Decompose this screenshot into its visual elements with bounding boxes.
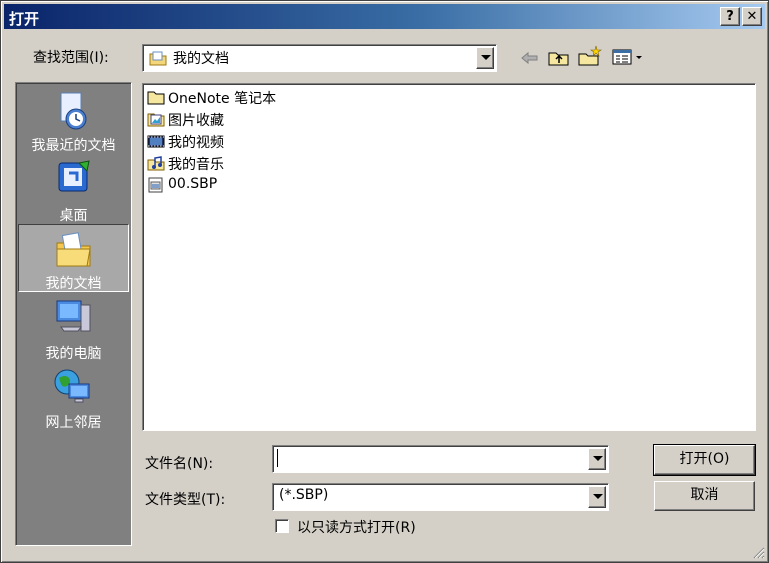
filetype-label: 文件类型(T): bbox=[145, 492, 226, 508]
filename-dropdown-button[interactable] bbox=[588, 448, 606, 470]
filetype-value: (*.SBP) bbox=[279, 487, 329, 503]
close-icon: ✕ bbox=[746, 9, 758, 24]
title-bar[interactable]: 打开 ? ✕ bbox=[4, 4, 765, 29]
cancel-button-label: 取消 bbox=[690, 487, 719, 503]
videos-folder-icon bbox=[147, 135, 165, 148]
new-folder-icon[interactable] bbox=[578, 45, 602, 67]
close-button[interactable]: ✕ bbox=[742, 7, 762, 26]
my-documents-icon bbox=[149, 51, 167, 66]
help-icon: ? bbox=[726, 9, 734, 24]
resize-grip-icon[interactable] bbox=[751, 545, 765, 559]
look-in-combo[interactable]: 我的文档 bbox=[142, 44, 497, 72]
place-recent-documents[interactable]: 我最近的文档 bbox=[18, 87, 129, 155]
filename-label: 文件名(N): bbox=[145, 456, 214, 472]
file-list[interactable]: OneNote 笔记本 图片收藏 我的视频 我的音乐 00.SBP bbox=[142, 83, 756, 431]
readonly-checkbox[interactable] bbox=[275, 519, 289, 533]
view-menu-icon[interactable] bbox=[612, 48, 646, 66]
open-button[interactable]: 打开(O) bbox=[653, 444, 756, 476]
readonly-label[interactable]: 以只读方式打开(R) bbox=[297, 517, 416, 537]
place-label: 桌面 bbox=[59, 208, 88, 224]
chevron-down-icon bbox=[593, 494, 603, 499]
dialog-title: 打开 bbox=[9, 10, 40, 28]
help-button[interactable]: ? bbox=[720, 7, 740, 26]
up-folder-icon[interactable] bbox=[548, 47, 570, 67]
place-label: 网上邻居 bbox=[45, 415, 102, 431]
file-icon bbox=[148, 177, 163, 193]
place-label: 我的电脑 bbox=[45, 346, 102, 362]
open-dialog: 打开 ? ✕ 查找范围(I): 我的文档 我最近的文档 桌面 我的文档 我的电脑… bbox=[0, 0, 769, 563]
chevron-down-icon bbox=[593, 456, 603, 461]
my-computer-icon bbox=[56, 300, 91, 332]
look-in-dropdown-button[interactable] bbox=[476, 47, 494, 69]
desktop-icon bbox=[58, 160, 90, 192]
filetype-select[interactable]: (*.SBP) bbox=[272, 483, 609, 511]
places-bar: 我最近的文档 桌面 我的文档 我的电脑 网上邻居 bbox=[15, 82, 132, 546]
chevron-down-icon bbox=[481, 55, 491, 60]
network-globe-icon bbox=[54, 369, 90, 403]
folder-icon bbox=[147, 91, 165, 105]
place-label: 我的文档 bbox=[45, 276, 102, 292]
look-in-value: 我的文档 bbox=[173, 51, 229, 67]
place-label: 我最近的文档 bbox=[31, 138, 116, 154]
recent-documents-icon bbox=[60, 92, 87, 130]
look-in-label: 查找范围(I): bbox=[33, 50, 109, 66]
music-folder-icon bbox=[147, 156, 165, 171]
my-documents-folder-icon bbox=[56, 232, 91, 267]
place-desktop[interactable]: 桌面 bbox=[18, 157, 129, 225]
place-my-documents[interactable]: 我的文档 bbox=[18, 224, 129, 292]
back-icon[interactable] bbox=[520, 51, 540, 65]
place-my-computer[interactable]: 我的电脑 bbox=[18, 295, 129, 363]
open-button-label: 打开(O) bbox=[679, 451, 730, 467]
pictures-folder-icon bbox=[147, 113, 165, 127]
filetype-dropdown-button[interactable] bbox=[588, 486, 606, 508]
filename-input[interactable] bbox=[272, 445, 609, 473]
place-network[interactable]: 网上邻居 bbox=[18, 364, 129, 432]
cancel-button[interactable]: 取消 bbox=[654, 481, 755, 511]
filename-value bbox=[277, 449, 278, 467]
